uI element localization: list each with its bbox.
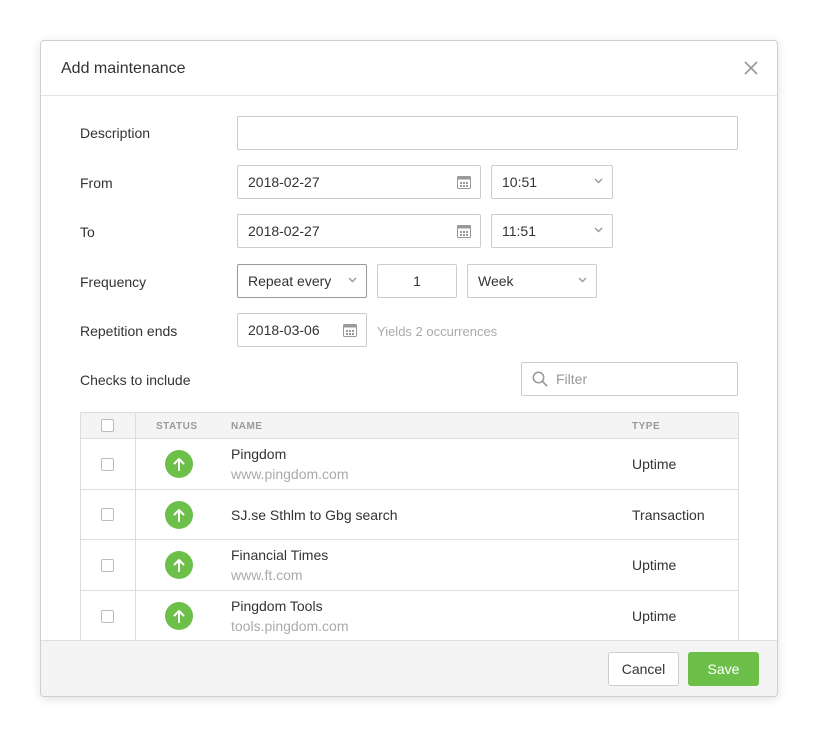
chevron-down-icon	[348, 277, 357, 283]
check-name: Pingdom Tools	[231, 598, 323, 614]
add-maintenance-dialog: Add maintenance Description From 2018-02…	[40, 40, 778, 697]
arrow-up-icon	[173, 509, 185, 522]
status-up-indicator	[165, 551, 193, 579]
table-row[interactable]: Financial Times www.ft.com Uptime	[81, 540, 738, 591]
check-name: SJ.se Sthlm to Gbg search	[231, 507, 398, 523]
check-type: Uptime	[632, 456, 677, 472]
description-label: Description	[80, 125, 151, 141]
status-up-indicator	[165, 501, 193, 529]
from-time-select[interactable]: 10:51	[491, 165, 613, 199]
from-label: From	[80, 175, 113, 191]
filter-input[interactable]: Filter	[521, 362, 738, 396]
check-url: www.ft.com	[231, 567, 303, 583]
description-input[interactable]	[237, 116, 738, 150]
close-icon	[744, 61, 758, 75]
check-type: Uptime	[632, 557, 677, 573]
to-time-select[interactable]: 11:51	[491, 214, 613, 248]
type-column-header: TYPE	[632, 421, 661, 432]
row-checkbox[interactable]	[101, 559, 114, 572]
check-url: tools.pingdom.com	[231, 618, 349, 634]
calendar-icon	[457, 225, 471, 238]
select-all-checkbox[interactable]	[101, 419, 114, 432]
checks-table: STATUS NAME TYPE Pingdom www.pingdom.com…	[80, 412, 739, 672]
to-date-input[interactable]: 2018-02-27	[237, 214, 481, 248]
cancel-button[interactable]: Cancel	[608, 652, 679, 686]
table-row[interactable]: Pingdom Tools tools.pingdom.com Uptime	[81, 591, 738, 642]
from-time-value: 10:51	[502, 174, 538, 190]
arrow-up-icon	[173, 458, 185, 471]
frequency-unit-select[interactable]: Week	[467, 264, 597, 298]
frequency-unit-value: Week	[478, 273, 514, 289]
dialog-header: Add maintenance	[41, 41, 777, 96]
name-column-header: NAME	[231, 421, 263, 432]
check-name: Financial Times	[231, 547, 329, 563]
table-row[interactable]: SJ.se Sthlm to Gbg search Transaction	[81, 490, 738, 540]
row-checkbox[interactable]	[101, 610, 114, 623]
to-date-value: 2018-02-27	[248, 223, 320, 239]
close-button[interactable]	[742, 59, 760, 77]
checks-label: Checks to include	[80, 372, 191, 388]
status-up-indicator	[165, 450, 193, 478]
chevron-down-icon	[594, 227, 603, 233]
arrow-up-icon	[173, 559, 185, 572]
occurrences-hint: Yields 2 occurrences	[377, 324, 498, 339]
frequency-count-input[interactable]: 1	[377, 264, 457, 298]
from-date-value: 2018-02-27	[248, 174, 320, 190]
frequency-count-value: 1	[413, 273, 421, 289]
save-button[interactable]: Save	[688, 652, 759, 686]
row-checkbox[interactable]	[101, 458, 114, 471]
status-column-header: STATUS	[156, 421, 198, 432]
chevron-down-icon	[594, 178, 603, 184]
to-label: To	[80, 224, 95, 240]
search-icon	[532, 371, 548, 387]
filter-placeholder: Filter	[556, 371, 588, 387]
check-type: Uptime	[632, 608, 677, 624]
from-date-input[interactable]: 2018-02-27	[237, 165, 481, 199]
repetition-ends-date-input[interactable]: 2018-03-06	[237, 313, 367, 347]
frequency-mode-select[interactable]: Repeat every	[237, 264, 367, 298]
arrow-up-icon	[173, 610, 185, 623]
chevron-down-icon	[578, 277, 587, 283]
table-header: STATUS NAME TYPE	[81, 413, 738, 439]
repetition-ends-label: Repetition ends	[80, 323, 178, 339]
table-row[interactable]: Pingdom www.pingdom.com Uptime	[81, 439, 738, 490]
check-url: www.pingdom.com	[231, 466, 349, 482]
check-type: Transaction	[632, 507, 705, 523]
calendar-icon	[343, 324, 357, 337]
dialog-title: Add maintenance	[61, 60, 186, 77]
calendar-icon	[457, 176, 471, 189]
row-checkbox[interactable]	[101, 508, 114, 521]
frequency-mode-value: Repeat every	[248, 273, 332, 289]
check-name: Pingdom	[231, 446, 287, 462]
to-time-value: 11:51	[502, 223, 536, 239]
dialog-footer: Cancel Save	[41, 640, 777, 696]
frequency-label: Frequency	[80, 274, 147, 290]
status-up-indicator	[165, 602, 193, 630]
repetition-ends-date-value: 2018-03-06	[248, 322, 320, 338]
